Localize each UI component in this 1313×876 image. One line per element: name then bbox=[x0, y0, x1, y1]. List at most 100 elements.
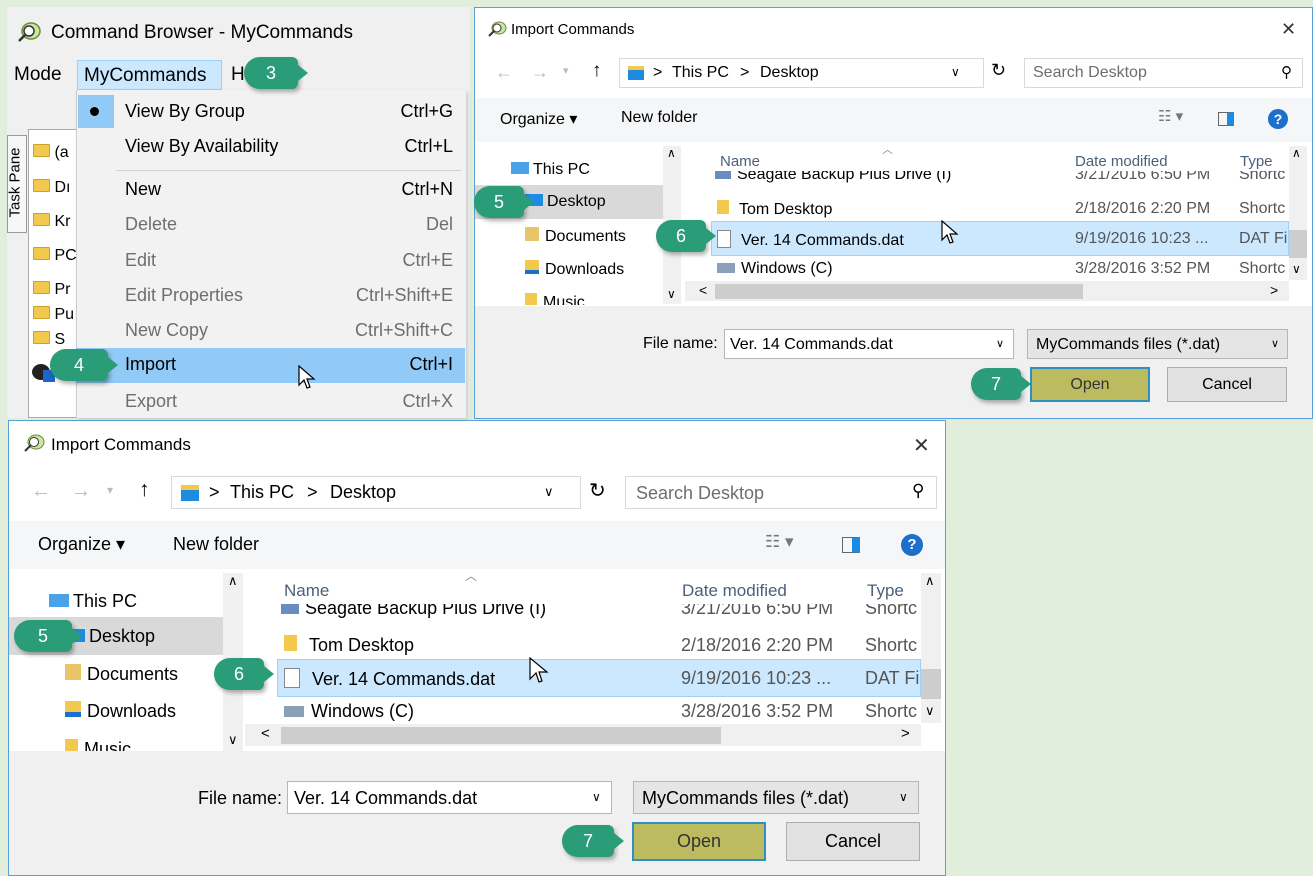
nav-downloads[interactable]: Downloads bbox=[525, 260, 624, 279]
help-icon[interactable]: ? bbox=[901, 534, 923, 556]
address-bar[interactable]: > This PC > Desktop ∨ bbox=[171, 476, 581, 509]
tree-item[interactable]: Dı bbox=[33, 179, 70, 197]
menu-item-view-by-availability[interactable]: View By Availability Ctrl+L bbox=[76, 130, 465, 165]
close-icon[interactable]: ✕ bbox=[913, 433, 930, 458]
tree-item[interactable]: PC bbox=[33, 247, 77, 265]
nav-documents[interactable]: Documents bbox=[65, 664, 178, 685]
file-row[interactable]: Seagate Backup Plus Drive (I) 3/21/2016 … bbox=[281, 604, 921, 619]
chevron-down-icon[interactable]: ∨ bbox=[592, 790, 601, 804]
column-date[interactable]: Date modified bbox=[682, 581, 787, 601]
refresh-icon[interactable]: ↻ bbox=[991, 60, 1006, 81]
view-options-icon[interactable]: ☷ ▾ bbox=[1158, 107, 1183, 125]
tree-item[interactable]: Kr bbox=[33, 213, 70, 231]
scroll-down-icon[interactable]: ∨ bbox=[1292, 262, 1301, 276]
scroll-up-icon[interactable]: ∧ bbox=[1292, 146, 1301, 160]
file-vscroll-thumb[interactable] bbox=[921, 669, 941, 699]
tree-item[interactable]: S bbox=[33, 331, 65, 349]
organize-button[interactable]: Organize ▾ bbox=[38, 534, 125, 555]
nav-this-pc[interactable]: This PC bbox=[511, 161, 590, 179]
file-name-input[interactable]: Ver. 14 Commands.dat ∨ bbox=[724, 329, 1014, 359]
nav-this-pc[interactable]: This PC bbox=[49, 591, 137, 612]
up-arrow-icon[interactable]: ↑ bbox=[139, 478, 150, 502]
scroll-down-icon[interactable]: ∨ bbox=[925, 703, 935, 719]
file-row[interactable]: Ver. 14 Commands.dat 9/19/2016 10:23 ...… bbox=[284, 668, 924, 690]
back-arrow-icon[interactable]: ← bbox=[495, 62, 513, 83]
file-row[interactable]: Tom Desktop 2/18/2016 2:20 PM Shortc bbox=[717, 200, 1289, 219]
search-input[interactable]: Search Desktop ⚲ bbox=[625, 476, 937, 509]
column-name[interactable]: Name bbox=[720, 153, 760, 170]
scroll-up-icon[interactable]: ∧ bbox=[228, 573, 238, 589]
file-hscroll-thumb[interactable] bbox=[715, 284, 1083, 299]
nav-desktop[interactable]: Desktop bbox=[525, 193, 606, 211]
breadcrumb-this-pc[interactable]: This PC bbox=[230, 482, 294, 503]
nav-music[interactable]: Music bbox=[525, 293, 585, 305]
menu-item-import[interactable]: Import Ctrl+I bbox=[76, 348, 465, 383]
chevron-down-icon[interactable]: ∨ bbox=[951, 65, 960, 79]
file-type-select[interactable]: MyCommands files (*.dat) ∨ bbox=[633, 781, 919, 814]
file-type-select[interactable]: MyCommands files (*.dat) ∨ bbox=[1027, 329, 1288, 359]
nav-documents[interactable]: Documents bbox=[525, 227, 626, 246]
cancel-button[interactable]: Cancel bbox=[1167, 367, 1287, 402]
chevron-down-icon[interactable]: ∨ bbox=[1271, 337, 1279, 350]
scroll-left-icon[interactable]: < bbox=[699, 282, 707, 298]
up-arrow-icon[interactable]: ↑ bbox=[592, 60, 602, 82]
task-pane-tab[interactable]: Task Pane bbox=[7, 135, 27, 233]
refresh-icon[interactable]: ↻ bbox=[589, 478, 606, 503]
chevron-down-icon[interactable]: ∨ bbox=[996, 337, 1004, 350]
open-button[interactable]: Open bbox=[632, 822, 766, 861]
scroll-right-icon[interactable]: > bbox=[901, 725, 910, 742]
menu-item-new[interactable]: New Ctrl+N bbox=[76, 173, 465, 208]
breadcrumb-this-pc[interactable]: This PC bbox=[672, 64, 729, 82]
chevron-down-icon[interactable]: ∨ bbox=[544, 484, 554, 500]
menu-mode[interactable]: Mode bbox=[14, 64, 62, 86]
file-vscrollbar[interactable] bbox=[1289, 146, 1307, 280]
file-row[interactable]: Tom Desktop 2/18/2016 2:20 PM Shortc bbox=[284, 635, 924, 656]
column-date[interactable]: Date modified bbox=[1075, 153, 1168, 170]
forward-arrow-icon[interactable]: → bbox=[71, 480, 91, 503]
tree-item[interactable]: Pr bbox=[33, 281, 70, 299]
file-vscrollbar[interactable] bbox=[921, 573, 941, 723]
address-bar[interactable]: > This PC > Desktop ∨ bbox=[619, 58, 984, 88]
scroll-up-icon[interactable]: ∧ bbox=[925, 573, 935, 589]
file-row[interactable]: Windows (C) 3/28/2016 3:52 PM Shortc bbox=[284, 701, 924, 722]
help-icon[interactable]: ? bbox=[1268, 109, 1288, 129]
recent-chevron-icon[interactable]: ▾ bbox=[563, 64, 569, 77]
file-hscroll-thumb[interactable] bbox=[281, 727, 721, 744]
preview-pane-icon[interactable] bbox=[842, 537, 860, 553]
scroll-right-icon[interactable]: > bbox=[1270, 282, 1278, 298]
new-folder-button[interactable]: New folder bbox=[173, 534, 259, 555]
back-arrow-icon[interactable]: ← bbox=[31, 480, 51, 503]
organize-button[interactable]: Organize ▾ bbox=[500, 109, 577, 129]
scroll-up-icon[interactable]: ∧ bbox=[667, 146, 676, 160]
file-row[interactable]: Seagate Backup Plus Drive (I) 3/21/2016 … bbox=[715, 171, 1287, 184]
recent-chevron-icon[interactable]: ▾ bbox=[107, 483, 113, 497]
scroll-down-icon[interactable]: ∨ bbox=[667, 287, 676, 301]
menu-h[interactable]: H bbox=[231, 64, 245, 86]
forward-arrow-icon[interactable]: → bbox=[531, 62, 549, 83]
close-icon[interactable]: ✕ bbox=[1281, 19, 1296, 40]
tree-item[interactable]: Pu bbox=[33, 306, 74, 324]
cancel-button[interactable]: Cancel bbox=[786, 822, 920, 861]
scroll-down-icon[interactable]: ∨ bbox=[228, 732, 238, 748]
document-icon bbox=[717, 230, 731, 248]
menu-mycommands[interactable]: MyCommands bbox=[77, 60, 222, 90]
view-options-icon[interactable]: ☷ ▾ bbox=[765, 532, 794, 552]
nav-downloads[interactable]: Downloads bbox=[65, 701, 176, 722]
file-vscroll-thumb[interactable] bbox=[1289, 230, 1307, 258]
menu-item-view-by-group[interactable]: View By Group Ctrl+G bbox=[76, 95, 465, 130]
search-input[interactable]: Search Desktop ⚲ bbox=[1024, 58, 1303, 88]
file-name-input[interactable]: Ver. 14 Commands.dat ∨ bbox=[287, 781, 612, 814]
scroll-left-icon[interactable]: < bbox=[261, 725, 270, 742]
breadcrumb-desktop[interactable]: Desktop bbox=[330, 482, 396, 503]
column-name[interactable]: Name bbox=[284, 581, 329, 601]
breadcrumb-desktop[interactable]: Desktop bbox=[760, 64, 819, 82]
column-type[interactable]: Type bbox=[867, 581, 904, 601]
tree-item[interactable]: (a bbox=[33, 144, 69, 162]
column-type[interactable]: Type bbox=[1240, 153, 1273, 170]
open-button[interactable]: Open bbox=[1030, 367, 1150, 402]
file-row[interactable]: Ver. 14 Commands.dat 9/19/2016 10:23 ...… bbox=[717, 230, 1289, 250]
chevron-down-icon[interactable]: ∨ bbox=[899, 790, 908, 804]
preview-pane-icon[interactable] bbox=[1218, 112, 1234, 126]
new-folder-button[interactable]: New folder bbox=[621, 109, 697, 127]
file-row[interactable]: Windows (C) 3/28/2016 3:52 PM Shortc bbox=[717, 260, 1289, 278]
